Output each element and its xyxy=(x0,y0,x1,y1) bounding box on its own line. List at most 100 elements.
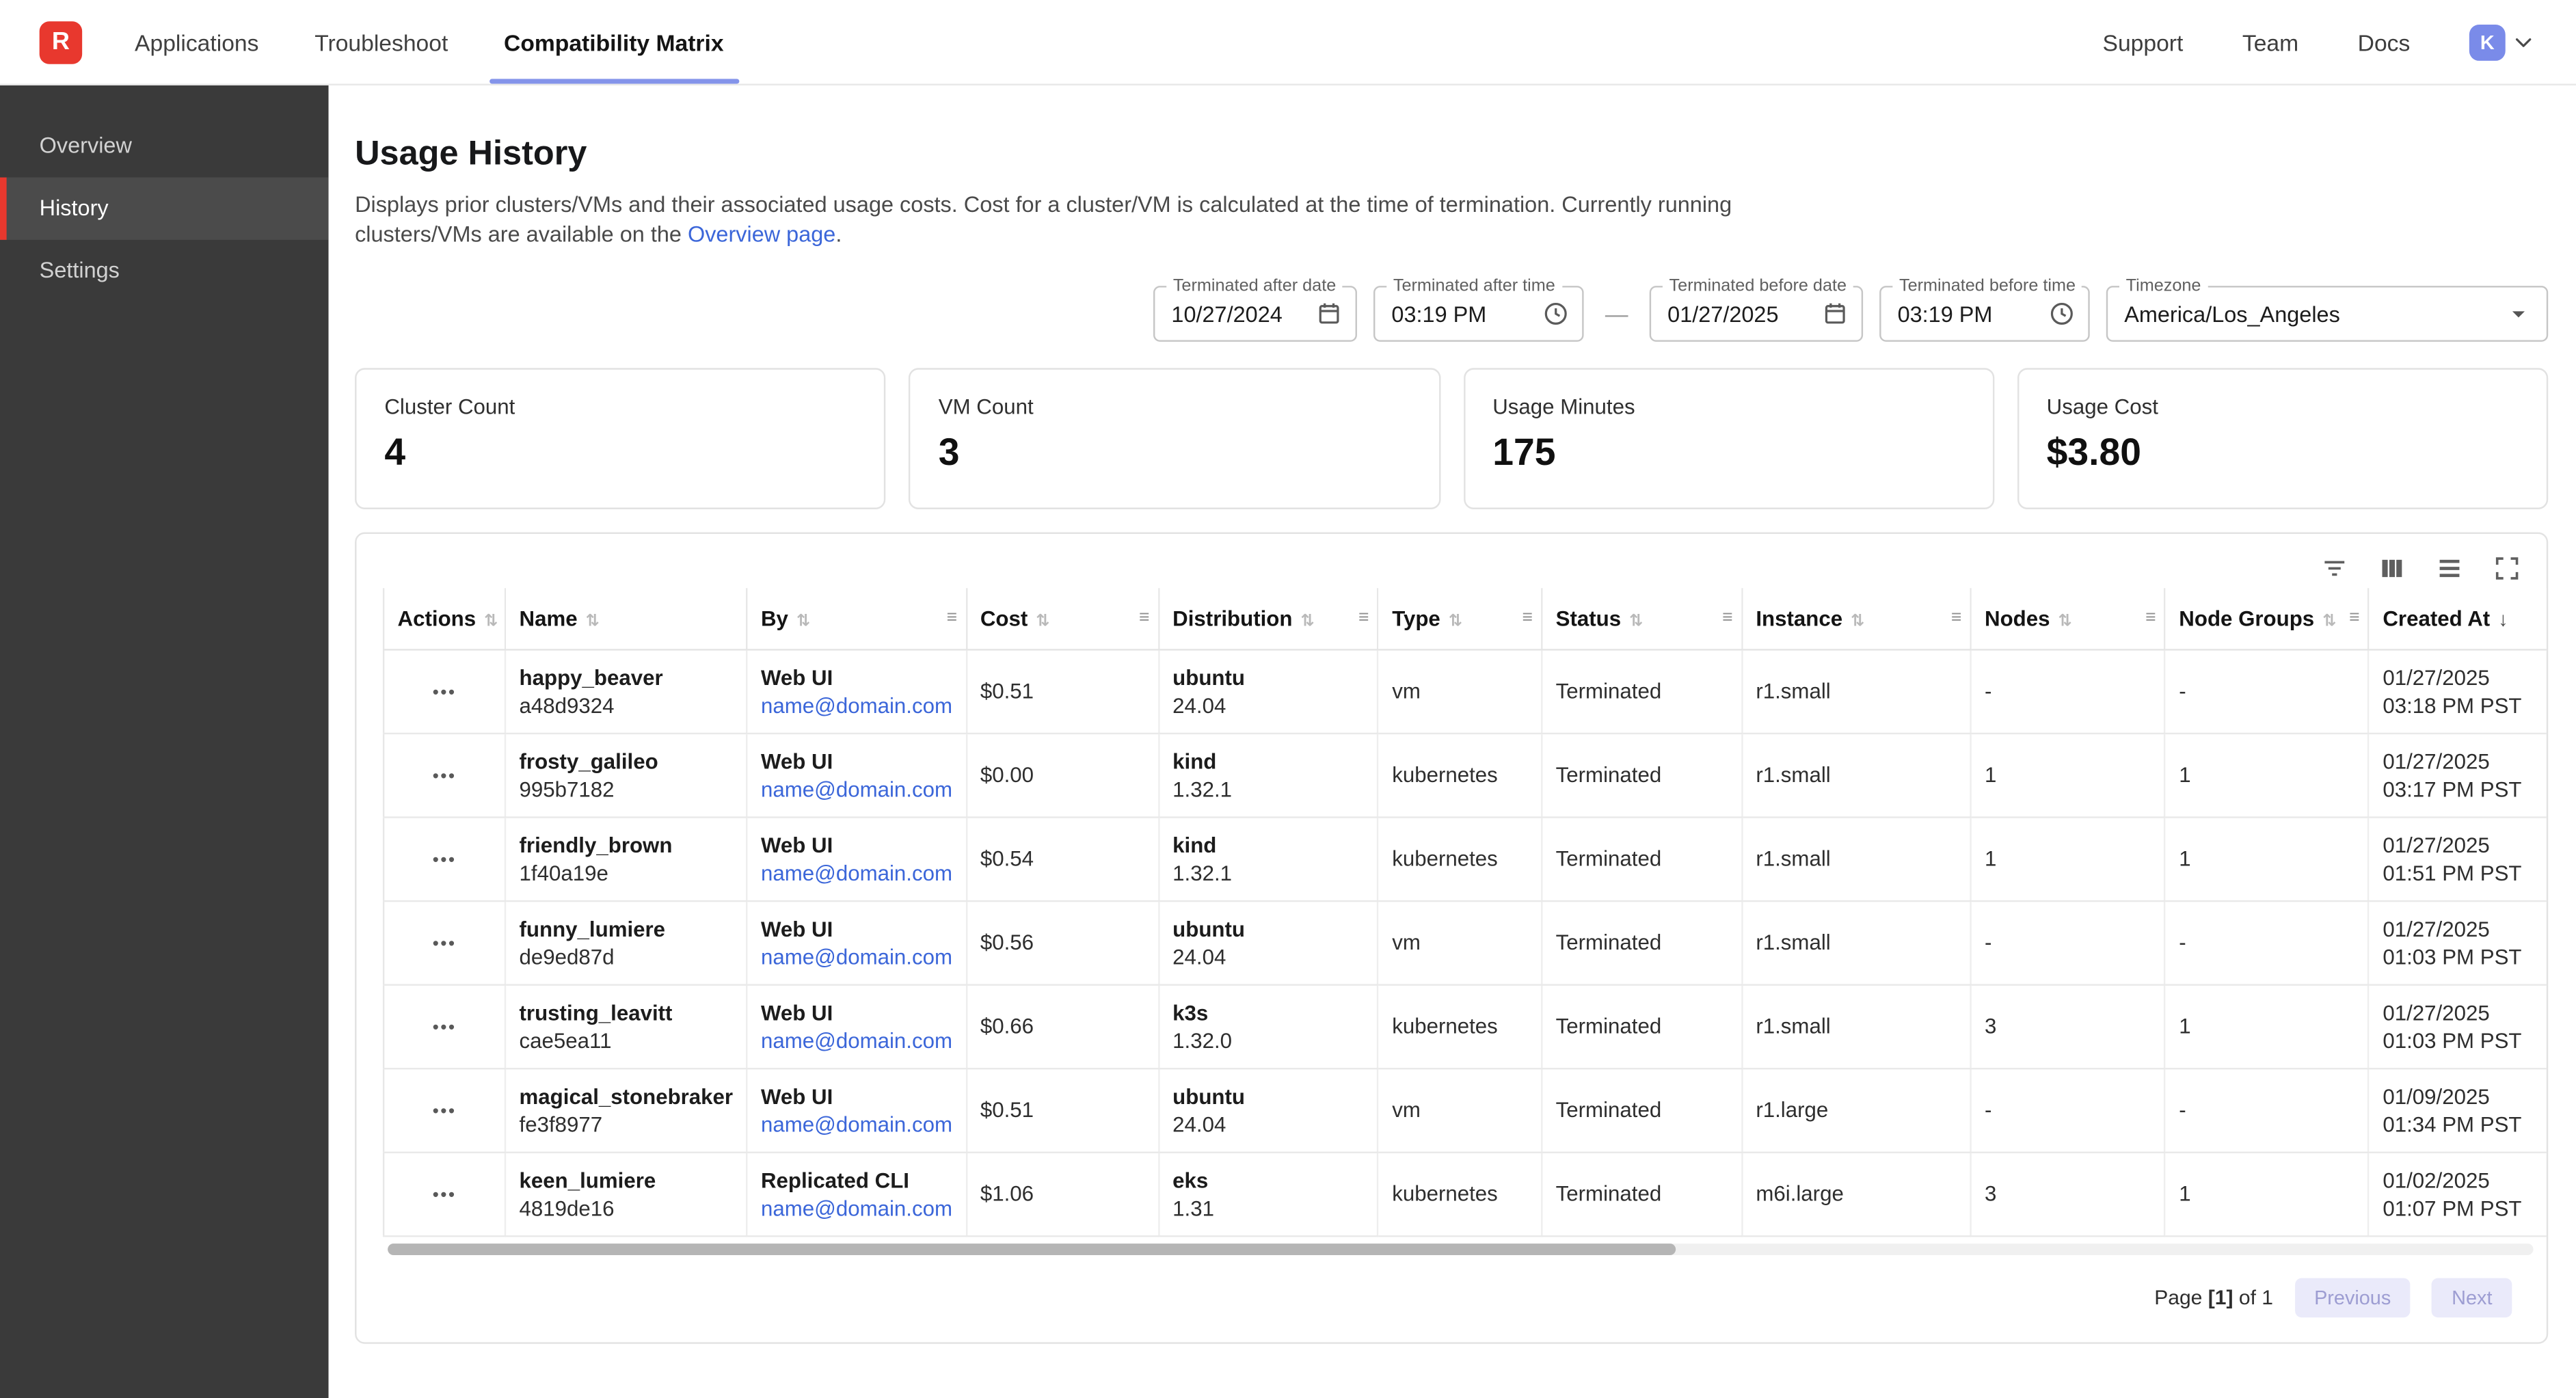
calendar-icon[interactable] xyxy=(1822,301,1848,327)
terminated-after-date-field[interactable]: Terminated after date 10/27/2024 xyxy=(1153,286,1357,342)
scrollbar-thumb[interactable] xyxy=(388,1243,1675,1254)
email-link[interactable]: name@domain.com xyxy=(761,942,952,970)
row-actions-button[interactable]: ••• xyxy=(433,1102,457,1122)
terminated-before-date-field[interactable]: Terminated before date 01/27/2025 xyxy=(1650,286,1863,342)
sort-icon[interactable]: ⇅ xyxy=(796,613,810,630)
table-row[interactable]: ••• magical_stonebrakerfe3f8977 Web UIna… xyxy=(384,1068,2547,1152)
nav-tab-troubleshoot[interactable]: Troubleshoot xyxy=(286,0,476,84)
column-label: Distribution xyxy=(1172,606,1292,630)
cell-instance: m6i.large xyxy=(1742,1152,1971,1236)
column-menu-icon[interactable]: ≡ xyxy=(947,608,957,628)
sort-icon[interactable]: ⇅ xyxy=(1300,613,1314,630)
table-row[interactable]: ••• friendly_brown1f40a19e Web UIname@do… xyxy=(384,816,2547,900)
column-menu-icon[interactable]: ≡ xyxy=(1139,608,1149,628)
filter-icon[interactable] xyxy=(2318,552,2351,584)
column-header-node-groups[interactable]: Node Groups⇅≡ xyxy=(2165,588,2369,649)
terminated-before-date-label: Terminated before date xyxy=(1663,276,1853,296)
clock-icon[interactable] xyxy=(1543,301,1569,327)
sort-icon[interactable]: ⇅ xyxy=(2058,613,2072,630)
row-actions-button[interactable]: ••• xyxy=(433,767,457,787)
sidebar-item-settings[interactable]: Settings xyxy=(0,240,329,302)
nav-tab-compatibility-matrix[interactable]: Compatibility Matrix xyxy=(476,0,751,84)
table-row[interactable]: ••• trusting_leavittcae5ea11 Web UIname@… xyxy=(384,984,2547,1068)
column-header-actions[interactable]: Actions⇅ xyxy=(384,588,505,649)
row-actions-button[interactable]: ••• xyxy=(433,935,457,954)
terminated-before-time-field[interactable]: Terminated before time 03:19 PM xyxy=(1879,286,2090,342)
sort-icon[interactable]: ⇅ xyxy=(1851,613,1864,630)
row-actions-button[interactable]: ••• xyxy=(433,1019,457,1038)
sort-icon[interactable]: ⇅ xyxy=(1629,613,1643,630)
user-menu[interactable]: K xyxy=(2469,24,2537,60)
top-nav-right: Support Team Docs K xyxy=(2103,24,2537,60)
cell-nodes: 1 xyxy=(1971,733,2165,817)
sort-icon[interactable]: ⇅ xyxy=(1449,613,1462,630)
stat-card-cluster-count: Cluster Count 4 xyxy=(355,368,886,509)
timezone-value[interactable]: America/Los_Angeles xyxy=(2124,301,2494,326)
sort-icon[interactable]: ⇅ xyxy=(484,613,498,630)
next-page-button[interactable]: Next xyxy=(2432,1277,2512,1317)
dropdown-arrow-icon[interactable] xyxy=(2504,299,2533,328)
column-header-distribution[interactable]: Distribution ⇅ ≡ xyxy=(1159,588,1378,649)
cell-nodes: - xyxy=(1971,1068,2165,1152)
table-row[interactable]: ••• frosty_galileo995b7182 Web UIname@do… xyxy=(384,733,2547,817)
nav-link-support[interactable]: Support xyxy=(2103,29,2184,55)
nav-link-team[interactable]: Team xyxy=(2242,29,2298,55)
column-header-by[interactable]: By⇅≡ xyxy=(747,588,967,649)
email-link[interactable]: name@domain.com xyxy=(761,691,952,719)
table-row[interactable]: ••• keen_lumiere4819de16 Replicated CLIn… xyxy=(384,1152,2547,1236)
nav-tab-applications[interactable]: Applications xyxy=(107,0,286,84)
column-menu-icon[interactable]: ≡ xyxy=(1722,608,1732,628)
column-header-instance[interactable]: Instance⇅≡ xyxy=(1742,588,1971,649)
nav-link-docs[interactable]: Docs xyxy=(2358,29,2411,55)
email-link[interactable]: name@domain.com xyxy=(761,1110,952,1138)
column-menu-icon[interactable]: ≡ xyxy=(1522,608,1533,628)
cell-actions: ••• xyxy=(384,1068,505,1152)
email-link[interactable]: name@domain.com xyxy=(761,775,952,803)
column-header-nodes[interactable]: Nodes⇅≡ xyxy=(1971,588,2165,649)
cell-name: magical_stonebrakerfe3f8977 xyxy=(505,1068,747,1152)
cell-status: Terminated xyxy=(1542,816,1742,900)
calendar-icon[interactable] xyxy=(1316,301,1342,327)
column-header-cost[interactable]: Cost⇅≡ xyxy=(966,588,1158,649)
clock-icon[interactable] xyxy=(2049,301,2075,327)
previous-page-button[interactable]: Previous xyxy=(2294,1277,2411,1317)
terminated-after-date-value[interactable]: 10/27/2024 xyxy=(1171,301,1306,326)
column-menu-icon[interactable]: ≡ xyxy=(1951,608,1961,628)
sidebar-item-overview[interactable]: Overview xyxy=(0,115,329,177)
column-menu-icon[interactable]: ≡ xyxy=(2145,608,2156,628)
terminated-before-date-value[interactable]: 01/27/2025 xyxy=(1667,301,1812,326)
column-header-type[interactable]: Type⇅≡ xyxy=(1378,588,1542,649)
sort-icon[interactable]: ⇅ xyxy=(1036,613,1049,630)
column-menu-icon[interactable]: ≡ xyxy=(2349,608,2359,628)
terminated-before-time-value[interactable]: 03:19 PM xyxy=(1898,301,2039,326)
columns-icon[interactable] xyxy=(2376,552,2409,584)
row-actions-button[interactable]: ••• xyxy=(433,1186,457,1206)
row-actions-button[interactable]: ••• xyxy=(433,684,457,703)
column-header-status[interactable]: Status⇅≡ xyxy=(1542,588,1742,649)
chevron-down-icon xyxy=(2510,29,2536,55)
email-link[interactable]: name@domain.com xyxy=(761,859,952,887)
sidebar-item-history[interactable]: History xyxy=(0,178,329,240)
column-header-created-at[interactable]: Created At↓ xyxy=(2369,588,2547,649)
table-row[interactable]: ••• funny_lumierede9ed87d Web UIname@dom… xyxy=(384,900,2547,984)
column-menu-icon[interactable]: ≡ xyxy=(1358,608,1369,628)
density-icon[interactable] xyxy=(2433,552,2466,584)
user-avatar[interactable]: K xyxy=(2469,24,2506,60)
app-logo[interactable]: R xyxy=(40,21,82,63)
sort-icon[interactable]: ⇅ xyxy=(586,613,600,630)
table-row[interactable]: ••• happy_beavera48d9324 Web UIname@doma… xyxy=(384,649,2547,733)
email-link[interactable]: name@domain.com xyxy=(761,1194,952,1222)
sort-icon[interactable]: ⇅ xyxy=(2322,613,2336,630)
row-actions-button[interactable]: ••• xyxy=(433,851,457,871)
horizontal-scrollbar[interactable] xyxy=(388,1243,2533,1254)
terminated-after-time-field[interactable]: Terminated after time 03:19 PM xyxy=(1373,286,1584,342)
terminated-after-time-value[interactable]: 03:19 PM xyxy=(1391,301,1533,326)
column-header-name[interactable]: Name⇅ xyxy=(505,588,747,649)
email-link[interactable]: name@domain.com xyxy=(761,1026,952,1054)
fullscreen-icon[interactable] xyxy=(2491,552,2523,584)
cell-by: Web UIname@domain.com xyxy=(747,733,967,817)
sort-desc-icon[interactable]: ↓ xyxy=(2498,608,2508,631)
cell-actions: ••• xyxy=(384,733,505,817)
timezone-select[interactable]: Timezone America/Los_Angeles xyxy=(2106,286,2548,342)
overview-page-link[interactable]: Overview page xyxy=(688,221,835,245)
